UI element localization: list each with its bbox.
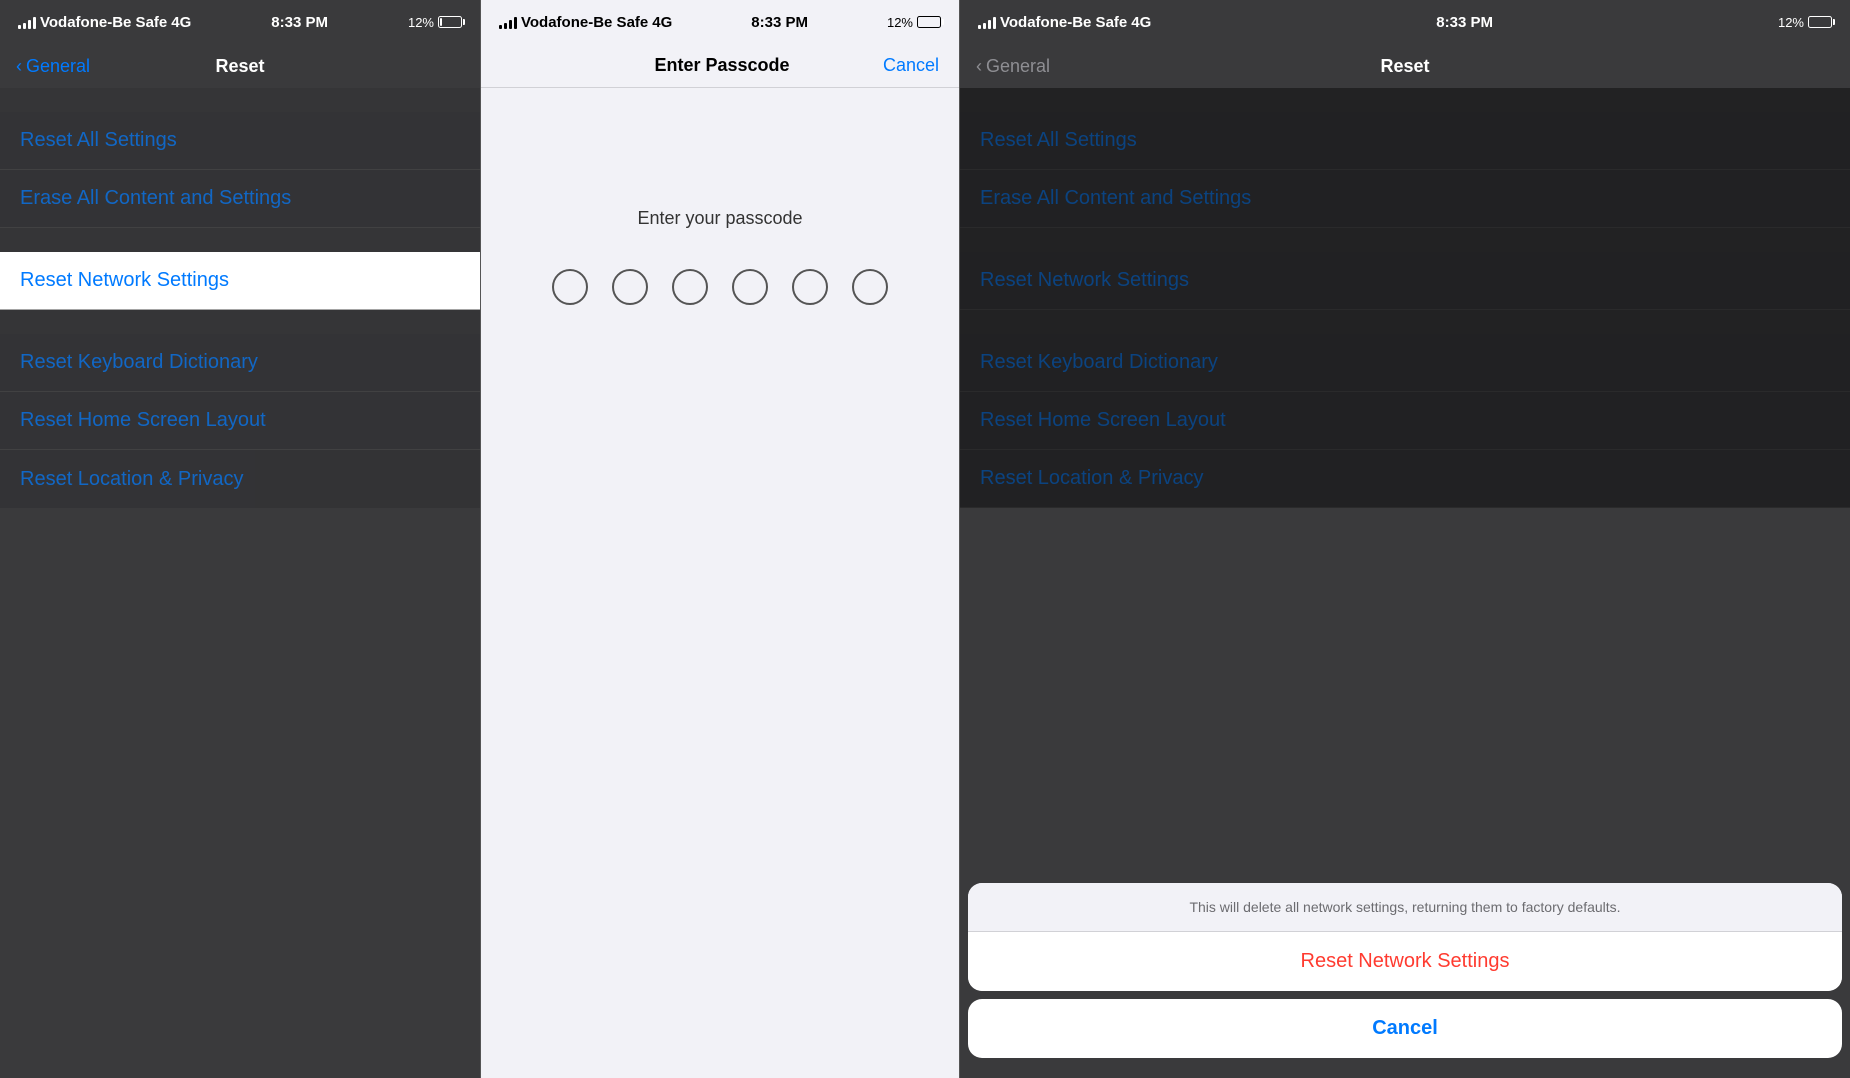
middle-battery: 12% xyxy=(887,15,941,30)
middle-panel: Vodafone-Be Safe 4G 8:33 PM 12% Enter Pa… xyxy=(480,0,960,1078)
passcode-dot-6 xyxy=(852,269,888,305)
middle-time: 8:33 PM xyxy=(751,14,808,31)
battery-icon xyxy=(917,16,941,28)
left-time: 8:33 PM xyxy=(271,14,328,31)
list-item[interactable]: Reset Keyboard Dictionary xyxy=(0,334,480,392)
signal-icon xyxy=(499,15,517,29)
item-label: Reset Home Screen Layout xyxy=(20,409,266,432)
left-back-button[interactable]: ‹ General xyxy=(16,56,90,77)
battery-icon xyxy=(1808,16,1832,28)
chevron-left-icon: ‹ xyxy=(16,56,22,77)
left-settings-list: Reset All Settings Erase All Content and… xyxy=(0,88,480,508)
network-label: 4G xyxy=(652,14,672,31)
network-label: 4G xyxy=(171,14,191,31)
list-item[interactable]: Erase All Content and Settings xyxy=(960,170,1850,228)
action-sheet-cancel-button[interactable]: Cancel xyxy=(968,999,1842,1058)
right-battery: 12% xyxy=(1778,15,1832,30)
right-nav-bar: ‹ General Reset xyxy=(960,44,1850,88)
passcode-area: Enter your passcode xyxy=(481,88,959,305)
carrier-label: Vodafone-Be Safe xyxy=(521,14,648,31)
list-item-reset-network[interactable]: Reset Network Settings xyxy=(960,252,1850,310)
right-panel: Vodafone-Be Safe 4G 8:33 PM 12% ‹ Genera… xyxy=(960,0,1850,1078)
passcode-prompt: Enter your passcode xyxy=(637,208,802,229)
list-item[interactable]: Reset All Settings xyxy=(0,112,480,170)
middle-status-carrier: Vodafone-Be Safe 4G xyxy=(499,14,672,31)
list-item[interactable]: Reset Location & Privacy xyxy=(960,450,1850,508)
item-label: Reset Network Settings xyxy=(20,269,229,292)
list-item[interactable]: Reset Location & Privacy xyxy=(0,450,480,508)
passcode-dots xyxy=(552,269,888,305)
list-item[interactable]: Reset All Settings xyxy=(960,112,1850,170)
middle-status-bar: Vodafone-Be Safe 4G 8:33 PM 12% xyxy=(481,0,959,44)
passcode-dot-4 xyxy=(732,269,768,305)
left-nav-bar: ‹ General Reset xyxy=(0,44,480,88)
left-status-bar: Vodafone-Be Safe 4G 8:33 PM 12% xyxy=(0,0,480,44)
item-label: Reset Location & Privacy xyxy=(980,467,1203,490)
list-item-reset-network[interactable]: Reset Network Settings xyxy=(0,252,480,310)
list-item[interactable]: Reset Home Screen Layout xyxy=(960,392,1850,450)
item-label: Reset Network Settings xyxy=(980,269,1189,292)
action-sheet: This will delete all network settings, r… xyxy=(960,883,1850,1078)
right-status-carrier: Vodafone-Be Safe 4G xyxy=(978,14,1151,31)
passcode-dot-3 xyxy=(672,269,708,305)
cancel-button[interactable]: Cancel xyxy=(883,55,939,76)
left-status-carrier: Vodafone-Be Safe 4G xyxy=(18,14,191,31)
left-panel: Vodafone-Be Safe 4G 8:33 PM 12% ‹ Genera… xyxy=(0,0,480,1078)
carrier-label: Vodafone-Be Safe xyxy=(1000,14,1127,31)
confirm-reset-button[interactable]: Reset Network Settings xyxy=(968,932,1842,991)
battery-icon xyxy=(438,16,462,28)
back-label: General xyxy=(26,56,90,77)
right-status-bar: Vodafone-Be Safe 4G 8:33 PM 12% xyxy=(960,0,1850,44)
action-sheet-card: This will delete all network settings, r… xyxy=(968,883,1842,991)
list-item[interactable]: Reset Home Screen Layout xyxy=(0,392,480,450)
signal-icon xyxy=(18,15,36,29)
left-nav-title: Reset xyxy=(215,56,264,77)
item-label: Erase All Content and Settings xyxy=(20,187,291,210)
passcode-dot-5 xyxy=(792,269,828,305)
list-item[interactable]: Reset Keyboard Dictionary xyxy=(960,334,1850,392)
battery-percent: 12% xyxy=(887,15,913,30)
list-item[interactable]: Erase All Content and Settings xyxy=(0,170,480,228)
back-label: General xyxy=(986,56,1050,77)
battery-percent: 12% xyxy=(408,15,434,30)
battery-percent: 12% xyxy=(1778,15,1804,30)
right-nav-title: Reset xyxy=(1380,56,1429,77)
middle-nav-bar: Enter Passcode Cancel xyxy=(481,44,959,88)
middle-nav-title: Enter Passcode xyxy=(654,55,789,76)
right-time: 8:33 PM xyxy=(1436,14,1493,31)
item-label: Reset Home Screen Layout xyxy=(980,409,1226,432)
passcode-dot-1 xyxy=(552,269,588,305)
network-label: 4G xyxy=(1131,14,1151,31)
right-settings-list: Reset All Settings Erase All Content and… xyxy=(960,88,1850,508)
left-battery: 12% xyxy=(408,15,462,30)
carrier-label: Vodafone-Be Safe xyxy=(40,14,167,31)
signal-icon xyxy=(978,15,996,29)
item-label: Reset All Settings xyxy=(980,129,1137,152)
item-label: Reset All Settings xyxy=(20,129,177,152)
item-label: Reset Keyboard Dictionary xyxy=(20,351,258,374)
chevron-left-icon: ‹ xyxy=(976,56,982,77)
item-label: Reset Location & Privacy xyxy=(20,468,243,491)
item-label: Reset Keyboard Dictionary xyxy=(980,351,1218,374)
right-back-button[interactable]: ‹ General xyxy=(976,56,1050,77)
action-sheet-message: This will delete all network settings, r… xyxy=(968,883,1842,932)
item-label: Erase All Content and Settings xyxy=(980,187,1251,210)
passcode-dot-2 xyxy=(612,269,648,305)
